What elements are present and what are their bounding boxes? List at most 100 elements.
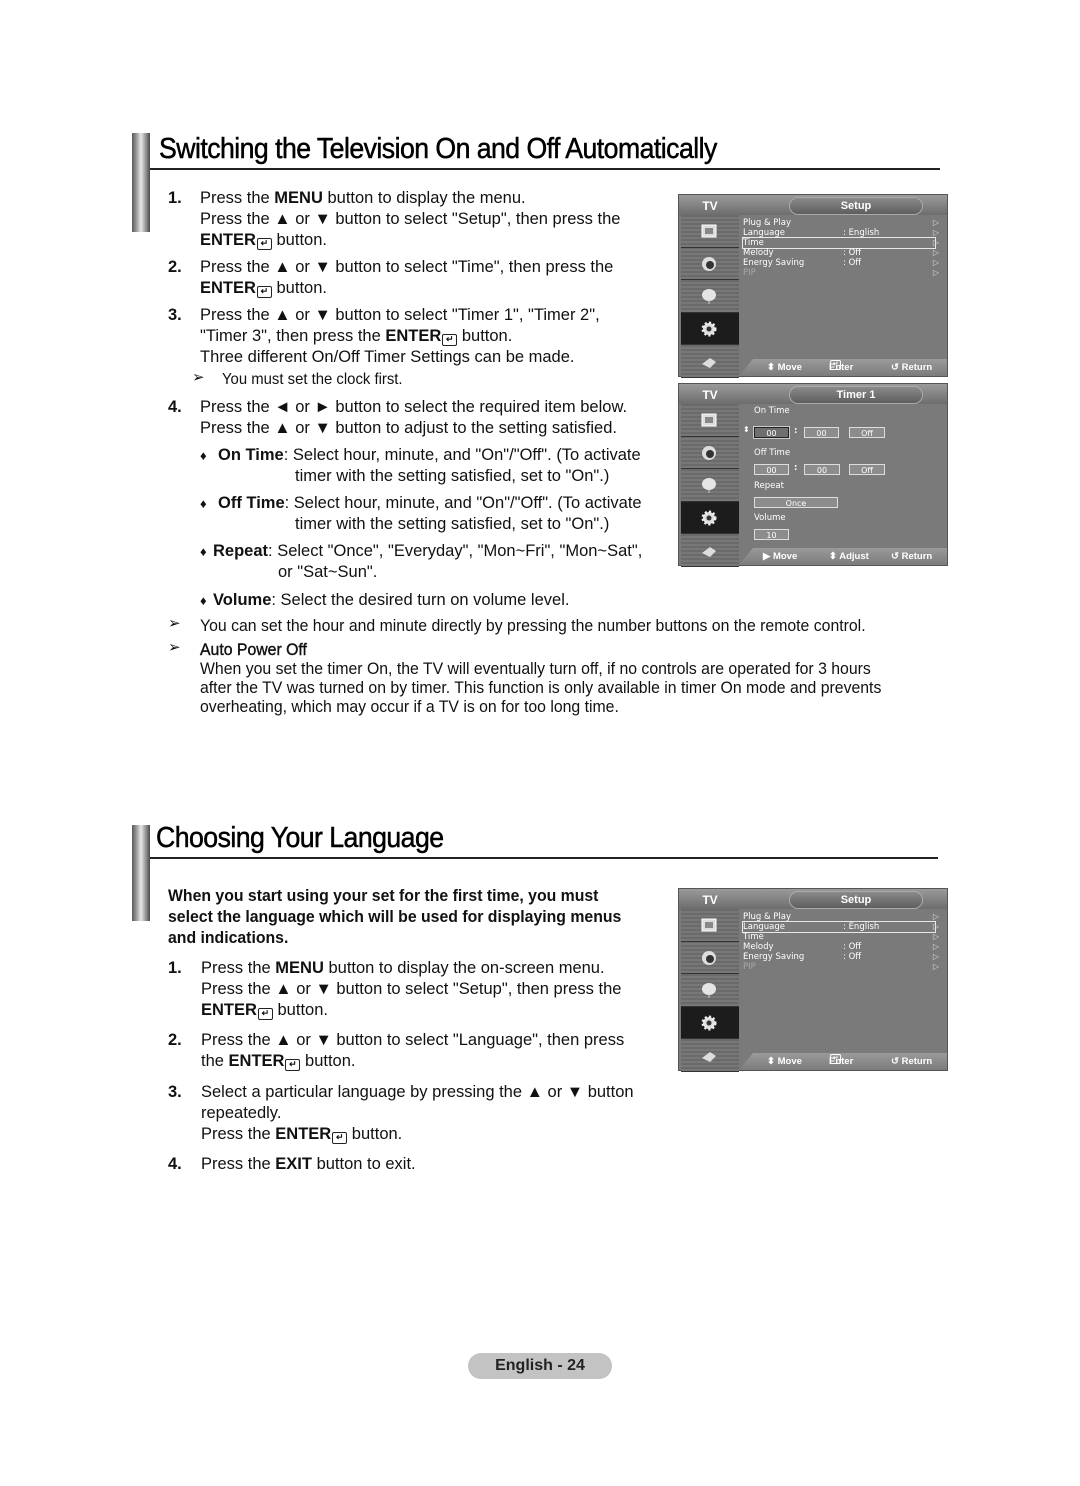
sound-icon — [702, 950, 716, 965]
move-hint: ▶ Move — [763, 551, 798, 562]
section-accent-bar — [132, 825, 150, 921]
text: Press the — [201, 959, 276, 977]
text: button. — [272, 1001, 328, 1019]
enter-key: ENTER — [275, 1125, 332, 1143]
off-hour-field[interactable]: 00 — [754, 464, 789, 475]
enter-icon: ↵ — [256, 238, 272, 250]
picture-icon — [701, 918, 717, 932]
osd-menu-item[interactable]: Plug & Play ▷ — [743, 912, 939, 922]
input-plug-icon — [702, 358, 716, 368]
bullet-icon: ♦ — [200, 593, 207, 608]
text: the — [201, 1052, 229, 1070]
bullet-text: timer with the setting satisfied, set to… — [295, 467, 610, 485]
gear-icon — [701, 321, 717, 336]
step-text: Three different On/Off Timer Settings ca… — [200, 348, 575, 366]
note-text: You must set the clock first. — [222, 371, 403, 388]
bullet-text: Repeat: Select "Once", "Everyday", "Mon~… — [213, 541, 642, 562]
note-text: You can set the hour and minute directly… — [200, 616, 866, 635]
step-text: Press the ▲ or ▼ button to select "Setup… — [201, 980, 622, 998]
osd-category-input[interactable] — [681, 1039, 739, 1072]
osd-menu-item-disabled: PIP ▷ — [743, 268, 939, 278]
osd-menu-item[interactable]: Energy Saving: Off ▷ — [743, 952, 939, 962]
text: button to exit. — [311, 1155, 416, 1173]
tv-osd-setup-menu: TV Setup Plug & Play ▷ Language: English ▷… — [678, 194, 948, 378]
section-title: Switching the Television On and Off Auto… — [159, 133, 718, 166]
item-value: : Off — [843, 952, 862, 962]
adjust-updown-icon: ⬍ — [743, 425, 750, 434]
osd-category-input[interactable] — [681, 345, 739, 378]
step-text: ENTER ↵ button. — [200, 230, 327, 251]
channel-dish-icon — [702, 983, 716, 998]
step-text: Press the ▲ or ▼ button to select "Setup… — [200, 210, 621, 228]
osd-menu-item[interactable]: Time ▷ — [743, 932, 939, 942]
osd-category-picture[interactable] — [681, 404, 739, 437]
osd-menu-item[interactable]: Energy Saving: Off ▷ — [743, 258, 939, 268]
osd-menu-item-selected[interactable]: Language: English ▷ — [742, 921, 939, 933]
osd-category-picture[interactable] — [681, 215, 739, 248]
osd-menu-item-selected[interactable]: Time ▷ — [742, 237, 939, 249]
off-time-label: Off Time — [754, 448, 791, 458]
bullet-term: Off Time — [218, 494, 285, 512]
enter-icon: ↵ — [332, 1132, 348, 1144]
note-arrow-icon: ➢ — [168, 615, 181, 632]
text: button. — [271, 231, 327, 249]
bullet-icon: ♦ — [200, 544, 207, 559]
step-number: 1. — [168, 189, 182, 207]
osd-menu-item[interactable]: Language: English ▷ — [743, 228, 939, 238]
on-hour-field[interactable]: 00 — [753, 426, 790, 439]
text: : Select "Once", "Everyday", "Mon~Fri", … — [268, 542, 643, 560]
osd-footer: ⬍ Move ↵ Enter ↺ Return — [739, 1053, 947, 1070]
time-colon: : — [794, 463, 798, 473]
osd-category-setup[interactable] — [681, 1006, 739, 1039]
off-minute-field[interactable]: 00 — [804, 464, 840, 475]
osd-footer: ⬍ Move ↵ Enter ↺ Return — [739, 359, 947, 376]
text: Press the — [200, 189, 275, 207]
text: button. — [347, 1125, 403, 1143]
chevron-right-icon: ▷ — [932, 218, 939, 227]
osd-footer: ▶ Move ⬍ Adjust ↺ Return — [739, 548, 947, 565]
step-text: Press the ▲ or ▼ button to select "Timer… — [200, 306, 600, 324]
osd-category-channel[interactable] — [681, 974, 739, 1007]
auto-power-off-text: after the TV was turned on by timer. Thi… — [200, 678, 882, 697]
osd-menu-item[interactable]: Melody: Off ▷ — [743, 248, 939, 258]
volume-field[interactable]: 10 — [754, 529, 789, 540]
step-text: Press the ▲ or ▼ button to select "Time"… — [200, 258, 614, 276]
text: "Timer 3", then press the — [200, 327, 386, 345]
step-number: 1. — [168, 959, 182, 977]
on-minute-field[interactable]: 00 — [804, 427, 839, 438]
input-plug-icon — [702, 547, 716, 557]
osd-sidebar — [681, 909, 739, 1072]
osd-category-input[interactable] — [681, 534, 739, 567]
osd-category-channel[interactable] — [681, 469, 739, 502]
chevron-right-icon: ▷ — [932, 228, 939, 237]
item-label: Language — [743, 922, 785, 932]
note-arrow-icon: ➢ — [168, 639, 181, 656]
item-value: : Off — [843, 248, 862, 258]
step-text: ENTER ↵ button. — [200, 278, 327, 299]
section-divider — [150, 168, 940, 170]
bullet-term: On Time — [218, 446, 284, 464]
chevron-right-icon: ▷ — [932, 932, 939, 941]
osd-menu-item[interactable]: Plug & Play ▷ — [743, 218, 939, 228]
repeat-field[interactable]: Once — [754, 497, 838, 508]
osd-category-setup[interactable] — [681, 312, 739, 345]
off-state-field[interactable]: Off — [849, 464, 885, 475]
osd-category-picture[interactable] — [681, 909, 739, 942]
on-state-field[interactable]: Off — [849, 427, 885, 438]
osd-menu-item[interactable]: Melody: Off ▷ — [743, 942, 939, 952]
volume-label: Volume — [754, 513, 786, 523]
text: : Select hour, minute, and "On"/"Off". (… — [283, 446, 641, 464]
osd-category-sound[interactable] — [681, 941, 739, 974]
enter-key: ENTER — [200, 231, 256, 249]
osd-category-channel[interactable] — [681, 280, 739, 313]
enter-key: ENTER — [201, 1001, 257, 1019]
step-text: Press the ◄ or ► button to select the re… — [200, 398, 628, 416]
text: Enter — [829, 362, 854, 373]
bullet-icon: ♦ — [200, 496, 207, 511]
chevron-right-icon: ▷ — [932, 922, 939, 931]
osd-category-sound[interactable] — [681, 436, 739, 469]
bullet-text: timer with the setting satisfied, set to… — [295, 515, 610, 533]
step-text: Press the MENU button to display the men… — [200, 188, 526, 209]
osd-category-setup[interactable] — [681, 501, 739, 534]
osd-category-sound[interactable] — [681, 247, 739, 280]
